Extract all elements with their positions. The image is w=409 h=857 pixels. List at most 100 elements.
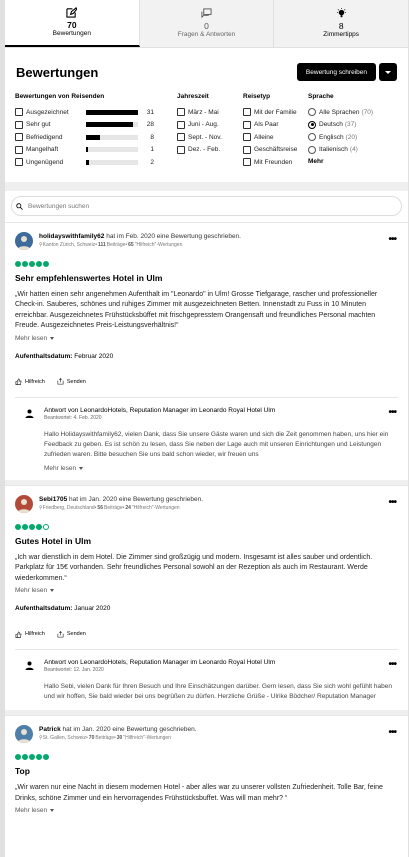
owner-response: Antwort von LeonardoHotels, Reputation M… [15, 396, 398, 472]
review-card: Patrick hat im Jan. 2020 eine Bewertung … [5, 716, 408, 814]
season-label: Sept. - Nov. [188, 133, 222, 141]
rating-filter-row[interactable]: Mangelhaft 1 [15, 144, 177, 157]
helpful-button[interactable]: Hilfreich [15, 378, 45, 385]
share-icon [57, 378, 64, 385]
season-filter-row[interactable]: Dez. - Feb. [177, 144, 243, 157]
response-more-options-icon[interactable]: ••• [388, 407, 396, 417]
trip-type-filter-row[interactable]: Mit der Familie [243, 106, 308, 119]
trip-type-filter-row[interactable]: Geschäftsreise [243, 144, 308, 157]
review-title[interactable]: Top [15, 766, 398, 777]
user-name[interactable]: Sebi1705 [39, 496, 67, 503]
stay-date: Aufenthaltsdatum: Januar 2020 [15, 605, 398, 612]
user-name[interactable]: Patrick [39, 726, 61, 733]
season-filter-row[interactable]: März - Mai [177, 106, 243, 119]
language-count: (70) [361, 108, 374, 116]
rating-filter-row[interactable]: Befriedigend 8 [15, 131, 177, 144]
rating-filter-row[interactable]: Ungenügend 2 [15, 156, 177, 169]
filter-heading: Jahreszeit [177, 93, 209, 100]
response-read-more-link[interactable]: Mehr lesen [44, 465, 398, 472]
filters: Bewertungen von Reisenden Ausgezeichnet 3… [5, 93, 408, 169]
share-button[interactable]: Senden [57, 630, 86, 638]
trip-type-filter-row[interactable]: Als Paar [243, 119, 308, 132]
checkbox[interactable] [177, 133, 185, 142]
write-review-dropdown-button[interactable] [379, 63, 397, 81]
rating-bar [86, 134, 138, 140]
more-options-icon[interactable]: ••• [388, 728, 396, 738]
tab-count: 70 [67, 20, 77, 30]
write-review-button[interactable]: Bewertung schreiben [296, 63, 376, 81]
stay-date-label: Aufenthaltsdatum: [15, 605, 73, 612]
rating-label: Mangelhaft [26, 146, 59, 154]
helpful-button[interactable]: Hilfreich [15, 631, 45, 638]
rating-count: 31 [146, 108, 154, 116]
language-filter-row[interactable]: Deutsch (37) [308, 119, 388, 132]
avatar[interactable] [15, 725, 33, 743]
share-button[interactable]: Senden [57, 378, 86, 385]
rating-bubble [36, 260, 42, 267]
rating-bubble [43, 754, 49, 760]
checkbox[interactable] [243, 108, 251, 117]
response-author: Antwort von LeonardoHotels, Reputation M… [44, 406, 276, 414]
season-filter-row[interactable]: Juni - Aug. [177, 119, 243, 132]
radio-button[interactable] [308, 133, 316, 142]
more-options-icon[interactable]: ••• [388, 497, 396, 507]
rating-bubble [22, 260, 28, 267]
contributions-count: 56 [97, 504, 103, 511]
checkbox[interactable] [177, 108, 185, 117]
avatar[interactable] [15, 231, 33, 250]
user-name[interactable]: holidayswithfamily62 [39, 233, 104, 240]
language-label: Alle Sprachen [319, 108, 360, 116]
review-title[interactable]: Gutes Hotel in Ulm [15, 536, 398, 547]
checkbox[interactable] [177, 145, 185, 154]
chevron-down-icon [385, 70, 391, 74]
header-actions: Bewertung schreiben [296, 63, 397, 81]
trip-type-filter-row[interactable]: Mit Freunden [243, 156, 308, 169]
season-label: Juni - Aug. [188, 121, 219, 129]
more-languages-link[interactable]: Mehr [308, 158, 388, 165]
thumbs-up-icon [15, 378, 22, 385]
rating-label: Ungenügend [26, 158, 64, 166]
avatar[interactable] [15, 494, 33, 513]
radio-button[interactable] [308, 120, 316, 129]
season-filter-row[interactable]: Sept. - Nov. [177, 131, 243, 144]
response-more-options-icon[interactable]: ••• [388, 660, 396, 670]
checkbox[interactable] [243, 133, 251, 142]
tab-room-tips[interactable]: 8 Zimmertipps [274, 0, 408, 47]
checkbox[interactable] [243, 158, 251, 167]
radio-button[interactable] [308, 145, 316, 154]
read-more-link[interactable]: Mehr lesen [15, 807, 398, 814]
review-actions: Hilfreich Senden [15, 629, 398, 639]
language-filter-row[interactable]: Englisch (20) [308, 131, 388, 144]
more-options-icon[interactable]: ••• [388, 234, 396, 244]
checkbox[interactable] [15, 133, 23, 142]
rating-filter-row[interactable]: Ausgezeichnet 31 [15, 106, 177, 119]
edit-icon [66, 7, 78, 18]
language-list: Alle Sprachen (70) Deutsch (37) Englisch (20)… [308, 106, 388, 156]
language-count: (37) [344, 121, 357, 129]
search-input[interactable]: Bewertungen suchen [11, 196, 402, 216]
trip-type-label: Als Paar [254, 121, 279, 129]
language-filter-row[interactable]: Italienisch (4) [308, 144, 388, 157]
language-filter-row[interactable]: Alle Sprachen (70) [308, 106, 388, 119]
checkbox[interactable] [177, 120, 185, 129]
trip-type-list: Mit der Familie Als Paar Alleine Geschäftsr… [243, 106, 308, 169]
response-info: Antwort von LeonardoHotels, Reputation M… [44, 406, 275, 422]
share-icon [57, 630, 64, 637]
checkbox[interactable] [243, 145, 251, 154]
read-more-link[interactable]: Mehr lesen [15, 587, 398, 594]
rating-label: Ausgezeichnet [26, 108, 69, 116]
checkbox[interactable] [243, 120, 251, 129]
rating-filter-row[interactable]: Sehr gut 28 [15, 119, 177, 132]
tab-questions[interactable]: 0 Fragen & Antworten [140, 0, 275, 47]
radio-button[interactable] [308, 108, 316, 117]
tab-reviews[interactable]: 70 Bewertungen [5, 0, 140, 47]
read-more-link[interactable]: Mehr lesen [15, 335, 398, 342]
checkbox[interactable] [15, 108, 23, 117]
review-title[interactable]: Sehr empfehlenswertes Hotel in Ulm [15, 273, 398, 284]
checkbox[interactable] [15, 145, 23, 154]
trip-type-filter-row[interactable]: Alleine [243, 131, 308, 144]
checkbox[interactable] [15, 158, 23, 167]
review-text: „Wir waren nur eine Nacht in diesem mode… [15, 784, 383, 802]
stay-date-value: Februar 2020 [74, 352, 114, 360]
checkbox[interactable] [15, 120, 23, 129]
